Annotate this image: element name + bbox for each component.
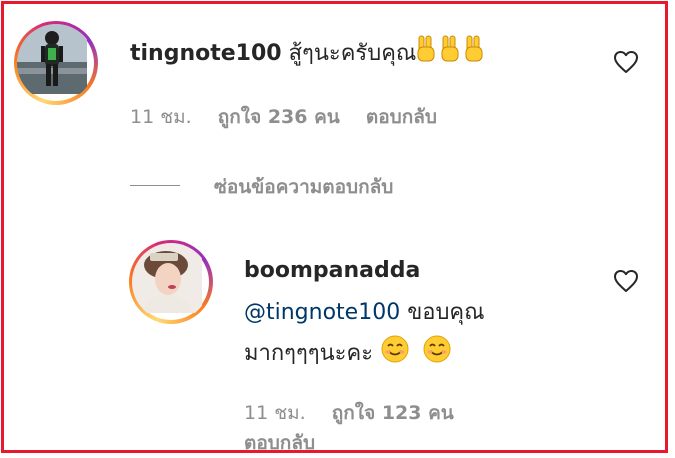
reply-mention-link[interactable]: @tingnote100 (244, 300, 400, 325)
reply-timestamp[interactable]: 11 ชม. (244, 402, 306, 424)
commenter-avatar[interactable] (14, 21, 98, 105)
reply-line-3: มากๆๆๆนะคะ (244, 334, 454, 370)
comment-like-count[interactable]: ถูกใจ 236 คน (218, 106, 340, 128)
hide-replies-label: ซ่อนข้อความตอบกลับ (214, 176, 394, 198)
replier-username[interactable]: boompanadda (244, 258, 420, 283)
smiling-face-icon (380, 334, 454, 370)
reply-like-count[interactable]: ถูกใจ 123 คน (332, 402, 454, 424)
reply-meta: 11 ชม. ถูกใจ 123 คน (244, 398, 454, 428)
reply-body-1: ขอบคุณ (400, 300, 485, 325)
hide-replies-line (130, 185, 180, 186)
comment-reply-button[interactable]: ตอบกลับ (366, 106, 437, 128)
victory-hand-icon (416, 34, 488, 70)
reply-reply-row: ตอบกลับ (244, 428, 315, 458)
commenter-username[interactable]: tingnote100 (130, 41, 282, 66)
comment-meta: 11 ชม. ถูกใจ 236 คน ตอบกลับ (130, 102, 437, 132)
replier-avatar[interactable] (129, 240, 213, 324)
reply-line-1: boompanadda (244, 258, 420, 283)
hide-replies-toggle[interactable]: ซ่อนข้อความตอบกลับ (130, 172, 480, 198)
reply-like-heart-icon[interactable] (613, 269, 639, 293)
like-heart-icon[interactable] (613, 50, 639, 74)
comment-timestamp[interactable]: 11 ชม. (130, 106, 192, 128)
reply-reply-button[interactable]: ตอบกลับ (244, 432, 315, 454)
comment-body: สู้ๆนะครับคุณ (288, 41, 417, 66)
reply-body-2: มากๆๆๆนะคะ (244, 341, 374, 366)
comment-text: tingnote100 สู้ๆนะครับคุณ (130, 34, 488, 70)
reply-line-2: @tingnote100 ขอบคุณ (244, 294, 485, 329)
